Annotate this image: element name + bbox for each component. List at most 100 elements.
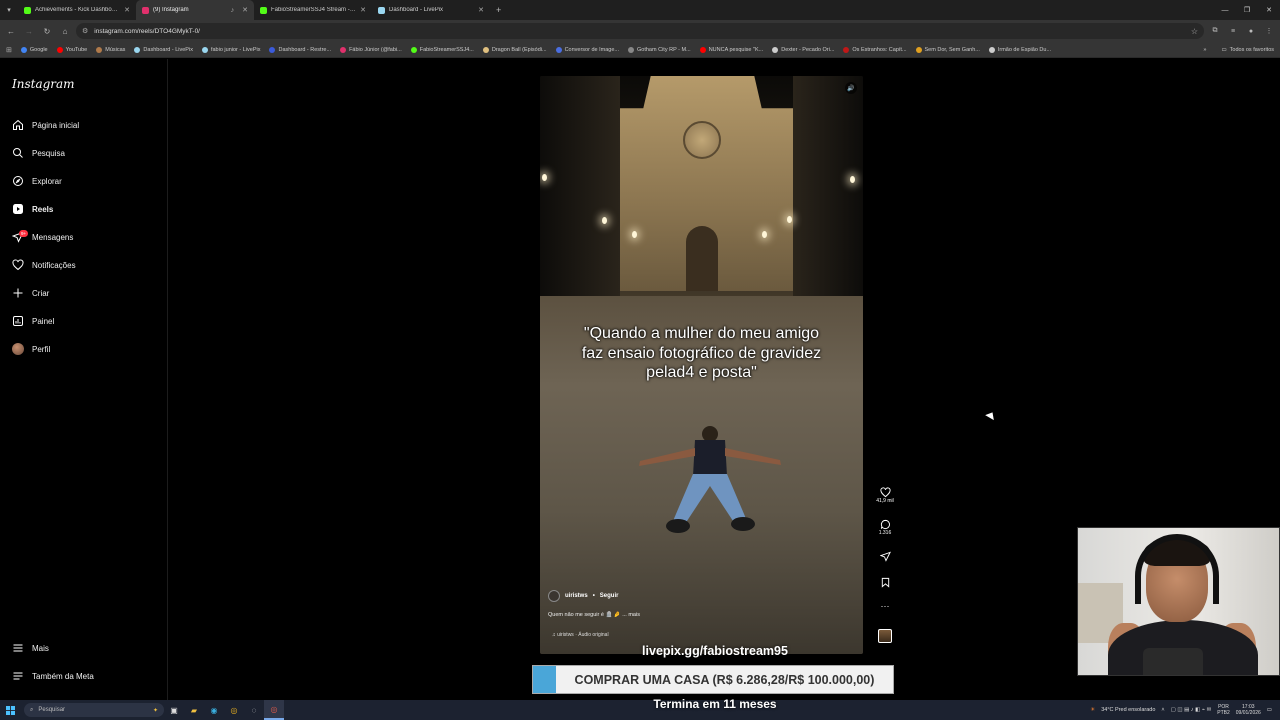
extensions-icon[interactable]: ⧉ (1208, 24, 1222, 38)
like-button[interactable]: 41,9 mil (873, 487, 897, 504)
all-bookmarks-button[interactable]: » ▭ Todos os favoritos (1197, 42, 1274, 57)
profile-icon[interactable]: ● (1244, 24, 1258, 38)
nav-search[interactable]: Pesquisa (12, 143, 65, 163)
maximize-button[interactable]: ❐ (1236, 0, 1258, 20)
language-indicator[interactable]: POR PTB2 (1217, 704, 1230, 717)
chrome-active-icon[interactable]: ◎ (264, 700, 284, 720)
lang-label-2: PTB2 (1217, 710, 1230, 716)
home-button[interactable]: ⌂ (58, 24, 72, 38)
bookmark-favicon-icon (340, 46, 347, 53)
taskbar-search[interactable]: ⌕ Pesquisar ✦ (24, 703, 164, 717)
nav-search-label: Pesquisa (32, 148, 65, 158)
bookmark-item[interactable]: Dashboard - LivePix (134, 46, 193, 53)
nav-create[interactable]: Criar (12, 283, 49, 303)
nav-reels[interactable]: Reels (12, 199, 53, 219)
nav-home[interactable]: Página inicial (12, 115, 79, 135)
webcam-overlay (1077, 527, 1280, 676)
browser-tab-bar: ▾ Achievements - Kick Dashboard ✕ (9) Inst… (0, 0, 1280, 20)
clock[interactable]: 17:03 09/01/2026 (1236, 704, 1261, 717)
bookmark-item[interactable]: Os Estranhos: Capít... (843, 46, 907, 53)
chevron-right-icon: » (1203, 47, 1207, 53)
start-button[interactable] (0, 700, 20, 720)
minimize-button[interactable]: — (1214, 0, 1236, 20)
volume-icon[interactable]: 🔊 (845, 82, 857, 94)
url-bar[interactable]: ⚙ instagram.com/reels/DTO4GMykT-0/ ☆ (76, 23, 1204, 39)
bookmark-star-icon[interactable]: ☆ (1191, 27, 1198, 36)
tab-close-icon[interactable]: ✕ (360, 6, 366, 14)
audio-thumbnail[interactable] (878, 629, 892, 643)
bookmark-item[interactable]: Conversor de Image... (555, 46, 619, 53)
bookmark-item[interactable]: Músicas (96, 46, 125, 53)
livepix-link: livepix.gg/fabiostream95 (642, 644, 788, 658)
author-avatar[interactable] (548, 590, 560, 602)
forward-button[interactable]: → (22, 24, 36, 38)
obs-icon[interactable]: ◌ (244, 700, 264, 720)
browser-tab[interactable]: Achievements - Kick Dashboard ✕ (18, 0, 136, 20)
reel-caption-overlay: "Quando a mulher do meu amigo faz ensaio… (581, 325, 822, 381)
nav-more[interactable]: Mais (12, 638, 49, 658)
chrome-icon[interactable]: ◎ (224, 700, 244, 720)
browser-tab[interactable]: (9) Instagram ♪ ✕ (136, 0, 254, 20)
tab-close-icon[interactable]: ✕ (478, 6, 484, 14)
bookmark-favicon-icon (699, 46, 706, 53)
nav-notifications[interactable]: Notificações (12, 255, 76, 275)
windows-logo-icon (5, 705, 15, 715)
nav-messages[interactable]: 9+ Mensagens (11, 227, 73, 247)
bookmark-item[interactable]: FabioStreamerSSJ4... (410, 46, 474, 53)
edge-icon[interactable]: ◉ (204, 700, 224, 720)
bookmark-item[interactable]: Dexter - Pecado Ori... (772, 46, 834, 53)
task-view-icon[interactable]: ▣ (164, 700, 184, 720)
bookmark-item[interactable]: fabio junior - LivePix (201, 46, 260, 53)
file-explorer-icon[interactable]: ▰ (184, 700, 204, 720)
nav-profile[interactable]: Perfil (12, 339, 50, 359)
tab-close-icon[interactable]: ✕ (124, 6, 130, 14)
bookmark-favicon-icon (988, 46, 995, 53)
bookmark-item[interactable]: Fábio Júnior (@fabi... (340, 46, 402, 53)
reload-button[interactable]: ↻ (40, 24, 54, 38)
bookmark-favicon-icon (410, 46, 417, 53)
browser-tab[interactable]: Dashboard - LivePix ✕ (372, 0, 490, 20)
save-button[interactable] (873, 577, 897, 588)
bookmark-item[interactable]: YouTube (56, 46, 87, 53)
media-icon[interactable]: ≡ (1226, 24, 1240, 38)
weather-text[interactable]: 34°C Pred ensolarado (1101, 707, 1155, 713)
bookmark-item[interactable]: Gotham City RP - M... (628, 46, 691, 53)
bookmark-item[interactable]: Sem Dor, Sem Ganh... (915, 46, 980, 53)
bookmark-item[interactable]: Google (20, 46, 48, 53)
search-icon: ⌕ (30, 706, 34, 713)
apps-icon[interactable]: ⊞ (6, 46, 12, 54)
tray-icons[interactable]: ▢ ◫ ▤ ♪ ◧ ⌁ ✉ (1171, 707, 1212, 713)
share-button[interactable] (873, 551, 897, 562)
heart-icon (879, 487, 891, 498)
nav-explore[interactable]: Explorar (12, 171, 62, 191)
browser-menu-icon[interactable]: ⋮ (1262, 24, 1276, 38)
more-options-button[interactable]: ··· (873, 601, 897, 611)
bookmark-item[interactable]: Irmão de Espião Du... (988, 46, 1051, 53)
search-icon (13, 148, 23, 158)
tabs-container: Achievements - Kick Dashboard ✕ (9) Instag… (18, 0, 490, 20)
back-button[interactable]: ← (4, 24, 18, 38)
bookmark-item[interactable]: Dashboard - Restre... (269, 46, 331, 53)
comment-button[interactable]: 1.316 (873, 519, 897, 536)
reel-video[interactable]: "Quando a mulher do meu amigo faz ensaio… (540, 76, 863, 654)
plus-icon (13, 288, 23, 298)
tab-close-icon[interactable]: ✕ (242, 6, 248, 14)
tab-audio-icon[interactable]: ♪ (231, 7, 235, 14)
notifications-icon[interactable]: ▭ (1267, 707, 1272, 713)
instagram-logo[interactable]: Instagram (12, 77, 75, 91)
reel-audio[interactable]: ♫ uiristws · Áudio original (552, 632, 609, 638)
close-window-button[interactable]: ✕ (1258, 0, 1280, 20)
bookmark-item[interactable]: Dragon Ball (Episódi... (482, 46, 547, 53)
follow-button[interactable]: Seguir (600, 593, 619, 599)
bookmark-item[interactable]: NUNCA pesquise "K... (699, 46, 763, 53)
nav-meta[interactable]: Também da Meta (12, 666, 94, 686)
author-username[interactable]: uiristws (565, 593, 588, 599)
tray-chevron-icon[interactable]: ˄ (1161, 707, 1164, 713)
new-tab-button[interactable]: + (490, 5, 507, 15)
browser-tab[interactable]: FabioStreamerSSJ4 Stream - Ki ✕ (254, 0, 372, 20)
site-info-icon[interactable]: ⚙ (82, 27, 88, 35)
tab-search-button[interactable]: ▾ (0, 0, 18, 20)
reel-description[interactable]: Quem não me seguir é 🪦 🤌 ... mais (548, 612, 640, 618)
comment-count: 1.316 (878, 530, 892, 536)
nav-dashboard[interactable]: Painel (12, 311, 54, 331)
